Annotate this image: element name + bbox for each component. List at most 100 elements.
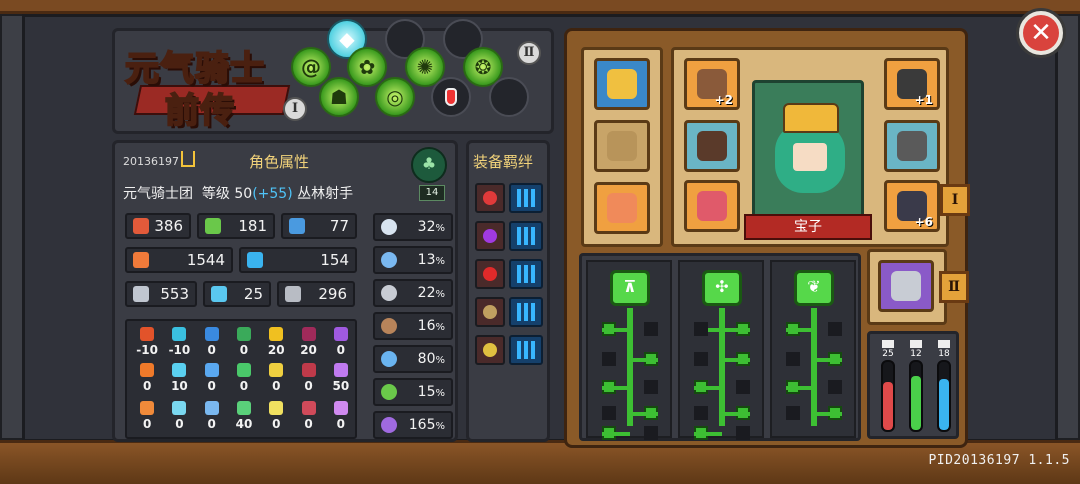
percent-value: 15% [397,384,451,400]
sun-icon [269,363,284,377]
stat-box: 386 [125,213,191,239]
fire-dmg-icon [140,363,155,377]
element-row-1: -10 -10 0 0 20 20 0 [131,327,357,357]
ice-icon [172,327,187,341]
item-count: +2 [714,93,733,107]
stats-panel-title: 角色属性 [249,153,310,171]
equip-slot[interactable]: +1 [884,58,940,110]
locked-skill-node [694,406,708,420]
character-face [793,143,827,171]
percent-unit: % [435,256,445,267]
percent-unit: % [435,421,445,432]
shield-talent-icon[interactable]: ☗ [319,77,359,117]
potion-talent-slot[interactable] [431,77,471,117]
ice-pen-icon [172,401,187,415]
talent-page-2-button[interactable]: Ⅱ [517,41,541,65]
bond-row[interactable] [475,183,545,213]
class-name: 丛林射手 [297,186,354,202]
skill-tree-trunk [811,308,817,426]
equip-slot[interactable]: +2 [684,58,740,110]
equip-set-2-tab[interactable]: Ⅱ [939,271,969,303]
bond-level-bars [509,335,543,365]
weapon-slot[interactable] [867,249,947,325]
version-label: PID20136197 1.1.5 [928,453,1070,468]
element-row-3: 0 0 0 40 0 0 0 [131,401,357,431]
bond-level-bars [509,259,543,289]
element-value: 20 [267,343,285,357]
element-cell: -10 [131,327,163,357]
level-bonus: (+55) [252,186,293,202]
element-value: 20 [300,343,317,357]
element-cell: 40 [228,401,260,431]
locked-skill-node [828,380,842,394]
level-label: 等级 [201,186,230,202]
crossed-swords-icon [381,285,397,301]
player-uid: 20136197 [123,155,179,168]
equip-slot[interactable] [594,182,650,234]
resource-meters-panel: 25 12 18 [867,331,959,439]
leaf-pouch-icon [697,131,727,161]
bond-orb [475,297,505,327]
element-resist-grid: -10 -10 0 0 20 20 0 0 10 0 0 0 0 50 0 0 0 40 0 0 0 [125,319,357,439]
element-value: 0 [239,379,249,393]
bond-row[interactable] [475,259,545,289]
swirl2-talent-icon[interactable]: ◎ [375,77,415,117]
percent-unit: % [435,223,445,234]
percent-number: 22 [417,285,436,301]
skill-branch [630,412,658,416]
meter-fill [883,382,893,430]
dark-crescent-icon [301,363,316,377]
skill-branch [602,386,630,390]
scroll-small-icon [938,340,950,348]
element-cell: 20 [260,327,292,357]
meter-count: 12 [910,349,922,359]
demon-face-icon [483,267,497,281]
percent-unit: % [435,322,445,333]
clock-icon [381,351,397,367]
bond-row[interactable] [475,221,545,251]
character-portrait[interactable] [752,80,864,228]
element-value: 0 [207,343,216,357]
equip-slot[interactable]: +6 [884,180,940,232]
guild-name: 元气骑士团 [123,186,193,202]
bond-orb [475,259,505,289]
resource-meter [909,360,923,432]
locked-skill-node [786,406,800,420]
meter-label: 18 [934,340,954,359]
bond-level-bars [509,221,543,251]
empty-talent-slot[interactable] [489,77,529,117]
element-value: 0 [239,343,249,357]
equip-slot[interactable] [594,58,650,110]
stat-box: 1544 [125,247,233,273]
close-button[interactable]: ✕ [1016,8,1066,58]
percent-number: 13 [417,252,436,268]
meter-fill [939,379,949,430]
stat-box: 77 [281,213,357,239]
talent-page-1-button[interactable]: Ⅰ [283,97,307,121]
element-value: 0 [175,417,184,431]
equip-slot[interactable] [594,120,650,172]
equip-slot[interactable] [684,180,740,232]
element-cell: 0 [163,401,195,431]
equip-slot[interactable] [884,120,940,172]
equip-set-1-tab[interactable]: Ⅰ [940,184,970,216]
mana-drop-icon [247,252,263,268]
bars-icon [882,340,894,348]
element-value: 40 [235,417,253,431]
sword-icon [133,286,149,302]
bond-row[interactable] [475,335,545,365]
percent-number: 16 [417,318,436,334]
bond-title: 装备羁绊 [473,153,534,171]
element-cell: 10 [163,363,195,393]
arrows-skill-icon[interactable]: ✣ [702,270,742,306]
ice-dmg-icon [172,363,187,377]
arcane-crystal-icon [333,363,348,377]
class-emblem-icon[interactable]: ♣ [411,147,447,183]
attack-fist-icon [133,218,149,234]
skill-branch [694,386,722,390]
leaf-skill-icon[interactable]: ❦ [794,270,834,306]
skill-tree-trunk [719,308,725,426]
equip-slot[interactable] [684,120,740,172]
bond-row[interactable] [475,297,545,327]
crossbow-skill-icon[interactable]: ⊼ [610,270,650,306]
